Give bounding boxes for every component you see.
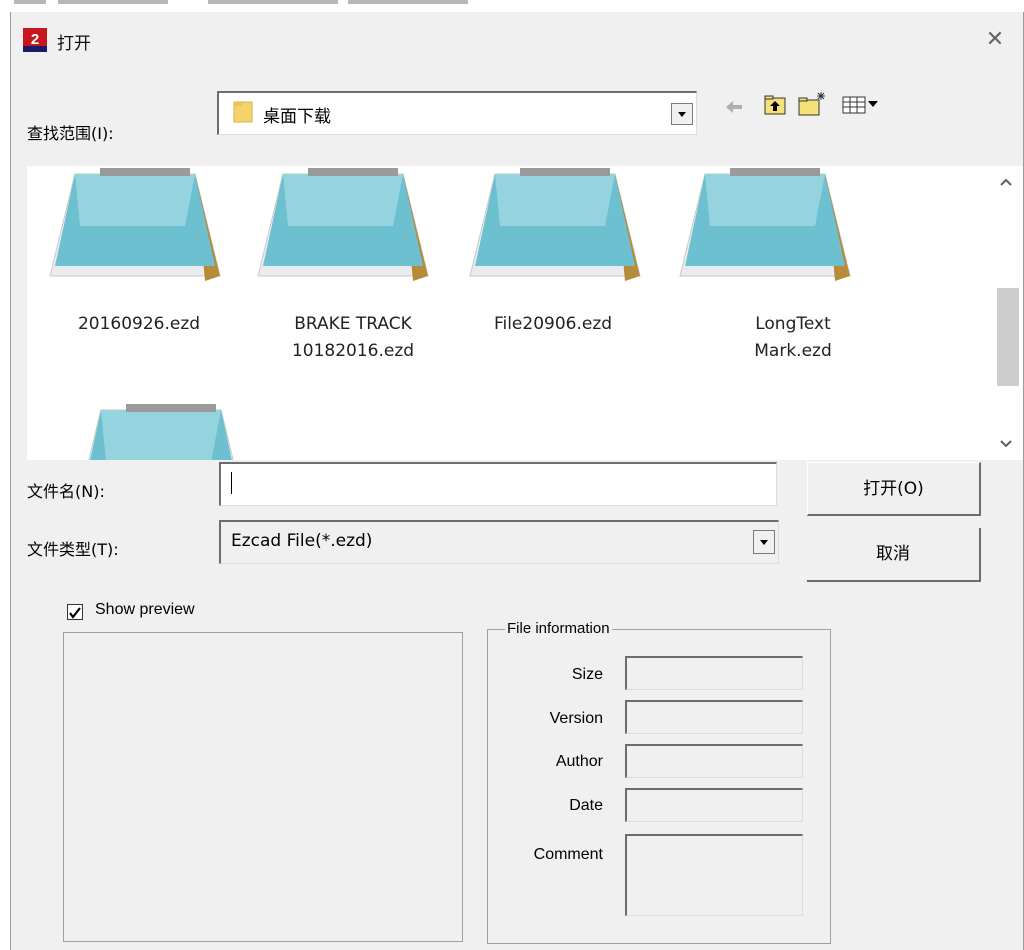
up-folder-icon [764, 95, 786, 115]
background-strip [0, 0, 1024, 12]
open-button[interactable]: 打开(O) [807, 462, 981, 516]
background-tab [208, 0, 338, 4]
chevron-down-icon [678, 112, 686, 117]
filetype-dropdown[interactable]: Ezcad File(*.ezd) [219, 520, 779, 564]
author-field [625, 744, 803, 778]
notepad-file-icon [675, 166, 855, 286]
text-caret [231, 472, 232, 494]
close-icon: ✕ [985, 27, 1005, 52]
close-button[interactable]: ✕ [973, 20, 1017, 60]
window-title: 打开 [57, 34, 91, 54]
up-folder-button[interactable] [763, 93, 787, 117]
file-name: LongText Mark.ezd [754, 314, 832, 361]
lookin-value: 桌面下载 [263, 107, 331, 127]
comment-field [625, 834, 803, 916]
author-label: Author [555, 753, 603, 770]
version-field [625, 700, 803, 734]
view-menu-icon [842, 96, 878, 114]
new-folder-button[interactable] [797, 90, 827, 118]
file-name: File20906.ezd [493, 314, 613, 334]
file-information-legend: File information [505, 620, 612, 637]
file-list[interactable]: 20160926.ezd BRAKE TRACK 10182016.ezd Fi… [27, 166, 1023, 460]
checkmark-icon [69, 607, 81, 619]
size-field [625, 656, 803, 690]
show-preview-label[interactable]: Show preview [95, 601, 195, 619]
title-bar[interactable]: 2 打开 ✕ [11, 12, 1023, 72]
scroll-down-icon[interactable] [998, 436, 1014, 452]
open-file-dialog: 2 打开 ✕ 查找范围(I): 桌面下载 20160926.ezd BRAKE … [10, 12, 1024, 950]
filetype-dropdown-button[interactable] [753, 530, 775, 554]
notepad-file-icon [253, 166, 433, 286]
date-field [625, 788, 803, 822]
notepad-file-icon [45, 166, 225, 286]
filename-input[interactable] [219, 462, 777, 506]
version-label: Version [549, 710, 603, 727]
cancel-button[interactable]: 取消 [807, 528, 981, 582]
notepad-file-icon [71, 402, 251, 460]
comment-label: Comment [533, 846, 603, 863]
show-preview-checkbox[interactable] [67, 604, 83, 620]
notepad-file-icon [465, 166, 645, 286]
lookin-dropdown[interactable]: 桌面下载 [217, 91, 697, 135]
file-item[interactable]: File20906.ezd [465, 166, 665, 366]
scroll-up-icon[interactable] [998, 174, 1014, 190]
chevron-down-icon [760, 540, 768, 545]
back-button[interactable] [723, 96, 745, 118]
file-item[interactable]: BRAKE TRACK 10182016.ezd [253, 166, 453, 366]
file-item[interactable]: LongText Mark.ezd [675, 166, 875, 366]
view-menu-button[interactable] [841, 93, 883, 117]
filetype-label: 文件类型(T): [27, 540, 119, 559]
file-name: 20160926.ezd [77, 314, 201, 334]
preview-pane [63, 632, 463, 942]
size-label: Size [571, 666, 603, 683]
file-name: BRAKE TRACK 10182016.ezd [291, 314, 415, 361]
date-label: Date [569, 797, 603, 814]
vertical-scrollbar[interactable] [989, 166, 1023, 460]
svg-text:2: 2 [31, 31, 39, 48]
file-item[interactable]: 20160926.ezd [45, 166, 245, 366]
lookin-label: 查找范围(I): [27, 124, 114, 143]
back-arrow-icon [726, 101, 742, 113]
background-tab [58, 0, 168, 4]
ezcad-app-icon: 2 [23, 28, 47, 52]
lookin-dropdown-button[interactable] [671, 103, 693, 125]
background-tab [348, 0, 468, 4]
filename-label: 文件名(N): [27, 482, 105, 501]
file-item[interactable] [71, 402, 271, 460]
folder-icon [233, 101, 253, 123]
background-tab [14, 0, 46, 4]
scrollbar-thumb[interactable] [997, 288, 1019, 386]
filetype-value: Ezcad File(*.ezd) [231, 531, 373, 551]
new-folder-icon [798, 92, 825, 116]
